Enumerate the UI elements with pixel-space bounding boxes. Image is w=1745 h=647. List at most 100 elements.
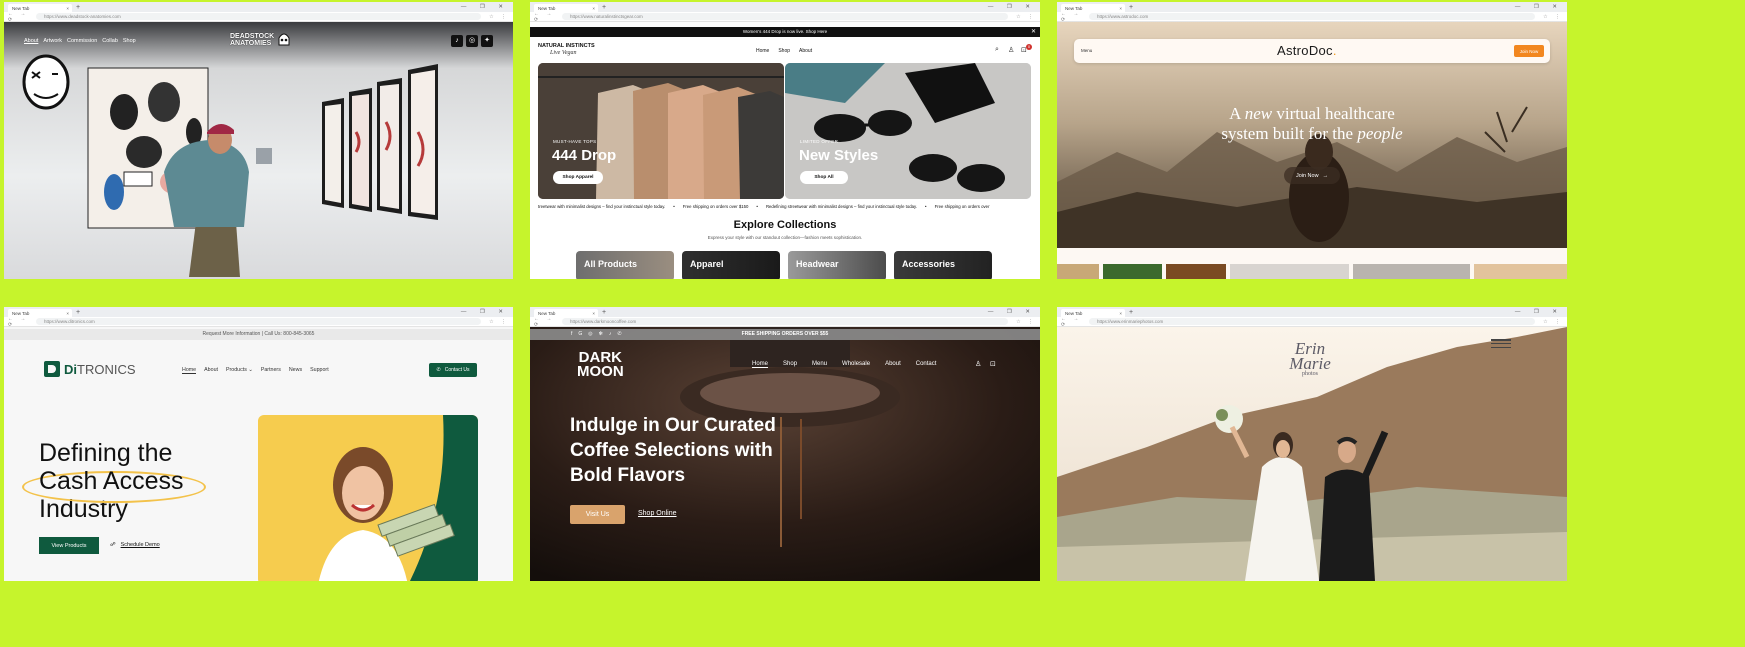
new-tab-button[interactable]: +: [1129, 309, 1133, 317]
nav-buttons[interactable]: ← → ⟳: [534, 316, 562, 328]
url-field[interactable]: https://www.deadstock-anatomies.com: [36, 13, 481, 20]
tab-title: New Tab: [538, 5, 556, 11]
marquee-item: Redefining streetwear with minimalist de…: [765, 204, 918, 209]
cart-icon[interactable]: ⊡: [990, 360, 996, 368]
browser-tab[interactable]: New Tab ×: [534, 309, 598, 317]
new-tab-button[interactable]: +: [76, 4, 80, 12]
search-icon[interactable]: ⌕: [995, 46, 999, 54]
new-tab-button[interactable]: +: [76, 309, 80, 317]
toolbar-icons[interactable]: ☆ ⋮: [481, 319, 509, 325]
window-controls[interactable]: — ❐ ✕: [1515, 307, 1563, 317]
promo-card-new-styles[interactable]: LIMITED OFFER New Styles Shop All: [785, 63, 1031, 199]
section-subtitle: Express your style with our standout col…: [707, 235, 863, 240]
visit-us-button[interactable]: Visit Us: [570, 505, 625, 524]
account-icon[interactable]: ♙: [1008, 46, 1014, 54]
site-logo[interactable]: DiTRONICS: [44, 361, 136, 377]
card-title: 444 Drop: [552, 147, 617, 164]
nav-menu[interactable]: Menu: [812, 361, 827, 368]
browser-tab[interactable]: New Tab ×: [8, 4, 72, 12]
schedule-demo-link[interactable]: ☍ Schedule Demo: [110, 542, 160, 548]
menu-button[interactable]: Menu: [1081, 48, 1092, 53]
window-controls[interactable]: — ❐ ✕: [988, 307, 1036, 317]
tab-close-icon[interactable]: ×: [1119, 6, 1122, 11]
url-field[interactable]: https://www.erinmariephotos.com: [1089, 318, 1535, 325]
nav-shop[interactable]: Shop: [783, 361, 797, 368]
tab-close-icon[interactable]: ×: [592, 6, 595, 11]
toolbar-icons[interactable]: ☆ ⋮: [1535, 319, 1563, 325]
site-logo[interactable]: Erin Marie photos: [1277, 340, 1343, 378]
nav-buttons[interactable]: ← → ⟳: [8, 11, 36, 23]
marquee-item: Free shipping on orders over $150: [682, 204, 749, 209]
tab-strip: New Tab × + — ❐ ✕: [530, 2, 1040, 12]
collection-card-accessories[interactable]: Accessories: [894, 251, 992, 279]
contact-us-button[interactable]: ✆ Contact Us: [429, 363, 477, 377]
nav-support[interactable]: Support: [310, 367, 329, 374]
nav-buttons[interactable]: ← → ⟳: [1061, 316, 1089, 328]
join-now-header-button[interactable]: Join Now: [1514, 45, 1544, 57]
collection-cards: All Products Apparel Headwear Accessorie…: [576, 251, 992, 279]
nav-about[interactable]: About: [885, 361, 901, 368]
logo-line-2: Live Vegan: [550, 50, 577, 56]
nav-home[interactable]: Home: [756, 48, 769, 54]
toolbar-icons[interactable]: ☆ ⋮: [1535, 14, 1563, 20]
promo-card-444-drop[interactable]: MUST-HAVE TOPS 444 Drop Shop Apparel: [538, 63, 784, 199]
thumbnail: [1102, 264, 1163, 279]
view-products-button[interactable]: View Products: [39, 537, 99, 554]
account-icon[interactable]: ♙: [975, 360, 981, 368]
browser-tab[interactable]: New Tab ×: [1061, 4, 1125, 12]
nav-buttons[interactable]: ← → ⟳: [1061, 11, 1089, 23]
tab-close-icon[interactable]: ×: [1119, 311, 1122, 316]
collection-card-apparel[interactable]: Apparel: [682, 251, 780, 279]
join-now-hero-button[interactable]: Join Now →: [1284, 167, 1340, 184]
top-info-bar[interactable]: Request More Information | Call Us: 800-…: [4, 329, 513, 340]
url-field[interactable]: https://www.astrodoc.com: [1089, 13, 1535, 20]
browser-window-dark-moon: New Tab × + — ❐ ✕ ← → ⟳ https://www.darkm…: [530, 307, 1040, 581]
nav-wholesale[interactable]: Wholesale: [842, 361, 870, 368]
window-controls[interactable]: — ❐ ✕: [988, 2, 1036, 12]
new-tab-button[interactable]: +: [602, 4, 606, 12]
site-logo[interactable]: NATURAL INSTINCTS Live Vegan: [538, 43, 595, 57]
new-tab-button[interactable]: +: [1129, 4, 1133, 12]
site-logo[interactable]: AstroDoc.: [1277, 43, 1337, 58]
collection-card-headwear[interactable]: Headwear: [788, 251, 886, 279]
collection-card-all-products[interactable]: All Products: [576, 251, 674, 279]
window-controls[interactable]: — ❐ ✕: [461, 2, 509, 12]
card-tag: MUST-HAVE TOPS: [553, 139, 597, 144]
close-announcement-icon[interactable]: ✕: [1031, 28, 1036, 35]
tab-close-icon[interactable]: ×: [592, 311, 595, 316]
toolbar-icons[interactable]: ☆ ⋮: [481, 14, 509, 20]
nav-partners[interactable]: Partners: [261, 367, 281, 374]
nav-news[interactable]: News: [289, 367, 302, 374]
toolbar-icons[interactable]: ☆ ⋮: [1008, 14, 1036, 20]
nav-buttons[interactable]: ← → ⟳: [8, 316, 36, 328]
shop-online-link[interactable]: Shop Online: [638, 510, 677, 517]
nav-contact[interactable]: Contact: [916, 361, 937, 368]
window-controls[interactable]: — ❐ ✕: [1515, 2, 1563, 12]
nav-home[interactable]: Home: [182, 367, 197, 374]
shop-all-button[interactable]: Shop All: [800, 171, 848, 184]
nav-about[interactable]: About: [204, 367, 218, 374]
bullet: •: [756, 204, 758, 209]
window-controls[interactable]: — ❐ ✕: [461, 307, 509, 317]
site-logo[interactable]: DARK MOON: [577, 350, 624, 379]
url-field[interactable]: https://www.ditronics.com: [36, 318, 481, 325]
tab-close-icon[interactable]: ×: [66, 6, 69, 11]
nav-home[interactable]: Home: [752, 361, 769, 368]
announcement-bar[interactable]: Women's 444 Drop is now live. Shop Here: [530, 27, 1040, 37]
browser-tab[interactable]: New Tab ×: [534, 4, 598, 12]
hamburger-menu-icon[interactable]: [1491, 339, 1511, 348]
url-field[interactable]: https://www.darkmooncoffee.com: [562, 318, 1008, 325]
browser-tab[interactable]: New Tab ×: [1061, 309, 1125, 317]
headline-emphasis: new: [1244, 104, 1273, 123]
nav-about[interactable]: About: [799, 48, 812, 54]
nav-shop[interactable]: Shop: [778, 48, 790, 54]
headline-line-1: A new virtual healthcare: [1229, 104, 1395, 123]
tab-close-icon[interactable]: ×: [66, 311, 69, 316]
toolbar-icons[interactable]: ☆ ⋮: [1008, 319, 1036, 325]
shop-apparel-button[interactable]: Shop Apparel: [553, 171, 603, 184]
new-tab-button[interactable]: +: [602, 309, 606, 317]
nav-products[interactable]: Products ⌄: [226, 367, 253, 374]
url-field[interactable]: https://www.naturalinstinctsgear.com: [562, 13, 1008, 20]
nav-buttons[interactable]: ← → ⟳: [534, 11, 562, 23]
browser-tab[interactable]: New Tab ×: [8, 309, 72, 317]
